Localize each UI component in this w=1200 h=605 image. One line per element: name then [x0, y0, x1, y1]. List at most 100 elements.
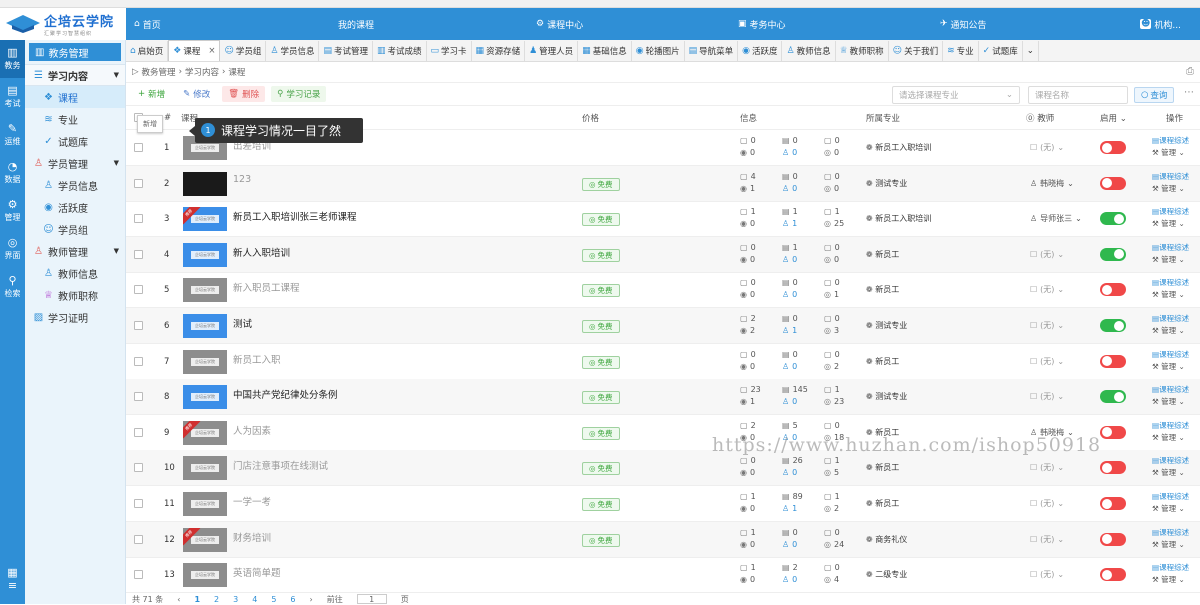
course-thumbnail[interactable]: 企培云学院 [183, 492, 227, 516]
course-detail-link[interactable]: ▤课程综述 [1152, 350, 1189, 359]
course-name[interactable]: 新员工入职 [233, 352, 281, 366]
info-students[interactable]: ♙ 1 [782, 219, 797, 228]
tab-10[interactable]: ◉ 轮播图片 [632, 41, 685, 61]
tab-3[interactable]: ♙ 学员信息 [266, 41, 320, 61]
more-icon[interactable]: ⋯ [1184, 87, 1194, 98]
info-students[interactable]: ♙ 0 [782, 397, 797, 406]
teacher-select[interactable]: ♙ 韩晓梅 ⌄ [1030, 178, 1074, 189]
tab-6[interactable]: ▭ 学习卡 [427, 41, 472, 61]
table-row[interactable]: 3 企培云学院 推荐 新员工入职培训张三老师课程 ◎ 免费 ▢ 1 ▤ 1 ▢ 1 ◉ 0 ♙ 1 ◎ 25 ❁ 新… [126, 201, 1200, 238]
sidebar-item-certificate[interactable]: ▨ 学习证明 [25, 306, 125, 328]
tab-0[interactable]: ⌂ 启始页 [126, 41, 169, 61]
module-ui[interactable]: ◎ 界面 [0, 230, 25, 268]
page-6[interactable]: 6 [290, 595, 295, 604]
tab-1[interactable]: ❖ 课程 × [168, 40, 221, 61]
table-row[interactable]: 7 企培云学院 新员工入职 ◎ 免费 ▢ 0 ▤ 0 ▢ 0 ◉ 0 ♙ 0 ◎ 2 ❁ 新员工 ☐ (无) ⌄ ▤课程综… [126, 344, 1200, 380]
prev-page-button[interactable]: ‹ [177, 595, 180, 604]
enabled-toggle[interactable] [1100, 532, 1126, 546]
nav-user[interactable]: ☻ 机构... [1140, 18, 1181, 31]
page-3[interactable]: 3 [233, 595, 238, 604]
info-students[interactable]: ♙ 0 [782, 148, 797, 157]
table-row[interactable]: 13 企培云学院 英语简单题 ▢ 1 ▤ 2 ▢ 0 ◉ 0 ♙ 0 ◎ 4 ❁ 二级专业 ☐ (无) ⌄ ▤课程综述… [126, 557, 1200, 594]
info-students[interactable]: ♙ 0 [782, 290, 797, 299]
enabled-toggle[interactable] [1100, 283, 1126, 297]
row-checkbox[interactable] [134, 427, 143, 437]
course-name[interactable]: 测试 [233, 316, 252, 330]
manage-dropdown[interactable]: ⚒ 管理 ⌄ [1152, 148, 1185, 157]
course-name[interactable]: 新入职员工课程 [233, 280, 300, 294]
course-detail-link[interactable]: ▤课程综述 [1152, 278, 1189, 287]
manage-dropdown[interactable]: ⚒ 管理 ⌄ [1152, 362, 1185, 371]
teacher-select[interactable]: ☐ (无) ⌄ [1030, 320, 1064, 331]
enabled-toggle[interactable] [1100, 461, 1126, 475]
manage-dropdown[interactable]: ⚒ 管理 ⌄ [1152, 255, 1185, 264]
sidebar-item-course[interactable]: ❖ 课程 [25, 86, 125, 108]
menu-icon[interactable]: ≡ [0, 579, 25, 592]
tab-14[interactable]: ♕ 教师职称 [836, 41, 889, 61]
info-students[interactable]: ♙ 1 [782, 326, 797, 335]
enabled-toggle[interactable] [1100, 354, 1126, 368]
nav-my-courses[interactable]: 我的课程 [338, 18, 374, 31]
teacher-select[interactable]: ☐ (无) ⌄ [1030, 534, 1064, 545]
grid-icon[interactable]: ▦ [0, 566, 25, 579]
course-name[interactable]: 财务培训 [233, 530, 271, 544]
course-thumbnail[interactable]: 企培云学院 推荐 [183, 207, 227, 232]
row-checkbox[interactable] [134, 285, 143, 295]
course-thumbnail[interactable]: 企培云学院 推荐 [183, 527, 227, 552]
enabled-toggle[interactable] [1100, 390, 1126, 404]
tab-16[interactable]: ≋ 专业 [943, 41, 979, 61]
sidebar-item-question-bank[interactable]: ✓ 试题库 [25, 130, 125, 152]
course-name[interactable]: 新员工入职培训张三老师课程 [233, 209, 357, 223]
course-name[interactable]: 英语简单题 [233, 565, 281, 579]
info-students[interactable]: ♙ 0 [782, 468, 797, 477]
sidebar-item-teacher-info[interactable]: ♙ 教师信息 [25, 262, 125, 284]
major-select[interactable]: 请选择课程专业 ⌄ [892, 86, 1020, 104]
page-5[interactable]: 5 [271, 595, 276, 604]
enabled-toggle[interactable] [1100, 176, 1126, 190]
tab-9[interactable]: ▦ 基础信息 [578, 41, 632, 61]
course-thumbnail[interactable]: 企培云学院 [183, 314, 227, 338]
row-checkbox[interactable] [134, 143, 143, 152]
delete-button[interactable]: 🗑 删除 [222, 86, 266, 102]
course-detail-link[interactable]: ▤课程综述 [1152, 456, 1189, 465]
manage-dropdown[interactable]: ⚒ 管理 ⌄ [1152, 540, 1185, 549]
manage-dropdown[interactable]: ⚒ 管理 ⌄ [1152, 504, 1185, 513]
course-detail-link[interactable]: ▤课程综述 [1152, 314, 1189, 323]
sidebar-item-activity[interactable]: ◉ 活跃度 [25, 196, 125, 218]
teacher-select[interactable]: ☐ (无) ⌄ [1030, 391, 1064, 402]
module-ops[interactable]: ✎ 运维 [0, 116, 25, 154]
tab-15[interactable]: ☺ 关于我们 [889, 41, 944, 61]
row-checkbox[interactable] [134, 321, 143, 330]
teacher-select[interactable]: ☐ (无) ⌄ [1030, 142, 1064, 153]
course-detail-link[interactable]: ▤课程综述 [1152, 528, 1189, 537]
tab-11[interactable]: ▤ 导航菜单 [685, 41, 739, 61]
course-thumbnail[interactable]: 企培云学院 [183, 385, 227, 410]
sidebar-section-teachers[interactable]: ♙ 教师管理 ▼ [25, 240, 125, 262]
brand-logo[interactable]: 企培云学院 汇聚学习智慧组织 [0, 8, 126, 40]
tab-5[interactable]: ▥ 考试成绩 [373, 41, 427, 61]
tab-2[interactable]: ☺ 学员组 [220, 41, 267, 61]
table-row[interactable]: 12 企培云学院 推荐 财务培训 ◎ 免费 ▢ 1 ▤ 0 ▢ 0 ◉ 0 ♙ 0 ◎ 24 ❁ 商务礼仪 ☐ (无) ⌄… [126, 521, 1200, 558]
course-name-input[interactable]: 课程名称 [1028, 86, 1128, 104]
tab-more-icon[interactable]: ⌄ [1023, 41, 1039, 61]
sidebar-item-student-group[interactable]: ☺ 学员组 [25, 218, 125, 240]
course-thumbnail[interactable] [183, 171, 227, 196]
row-checkbox[interactable] [134, 249, 143, 259]
row-checkbox[interactable] [134, 534, 143, 544]
course-thumbnail[interactable]: 企培云学院 [183, 349, 227, 374]
module-academic[interactable]: ▥ 教务 [0, 40, 25, 78]
tab-17[interactable]: ✓ 试题库 [979, 41, 1023, 61]
page-4[interactable]: 4 [252, 595, 257, 604]
next-page-button[interactable]: › [310, 595, 313, 604]
tab-7[interactable]: ▦ 资源存储 [472, 41, 526, 61]
course-detail-link[interactable]: ▤课程综述 [1152, 172, 1189, 181]
enabled-toggle[interactable] [1100, 425, 1126, 439]
page-2[interactable]: 2 [214, 595, 219, 604]
manage-dropdown[interactable]: ⚒ 管理 ⌄ [1152, 326, 1185, 335]
module-data[interactable]: ◔ 数据 [0, 154, 25, 192]
info-students[interactable]: ♙ 0 [782, 362, 797, 371]
row-checkbox[interactable] [134, 392, 143, 402]
manage-dropdown[interactable]: ⚒ 管理 ⌄ [1152, 184, 1185, 193]
course-thumbnail[interactable]: 企培云学院 [183, 278, 227, 303]
breadcrumb-item[interactable]: 教务管理 [142, 66, 176, 78]
